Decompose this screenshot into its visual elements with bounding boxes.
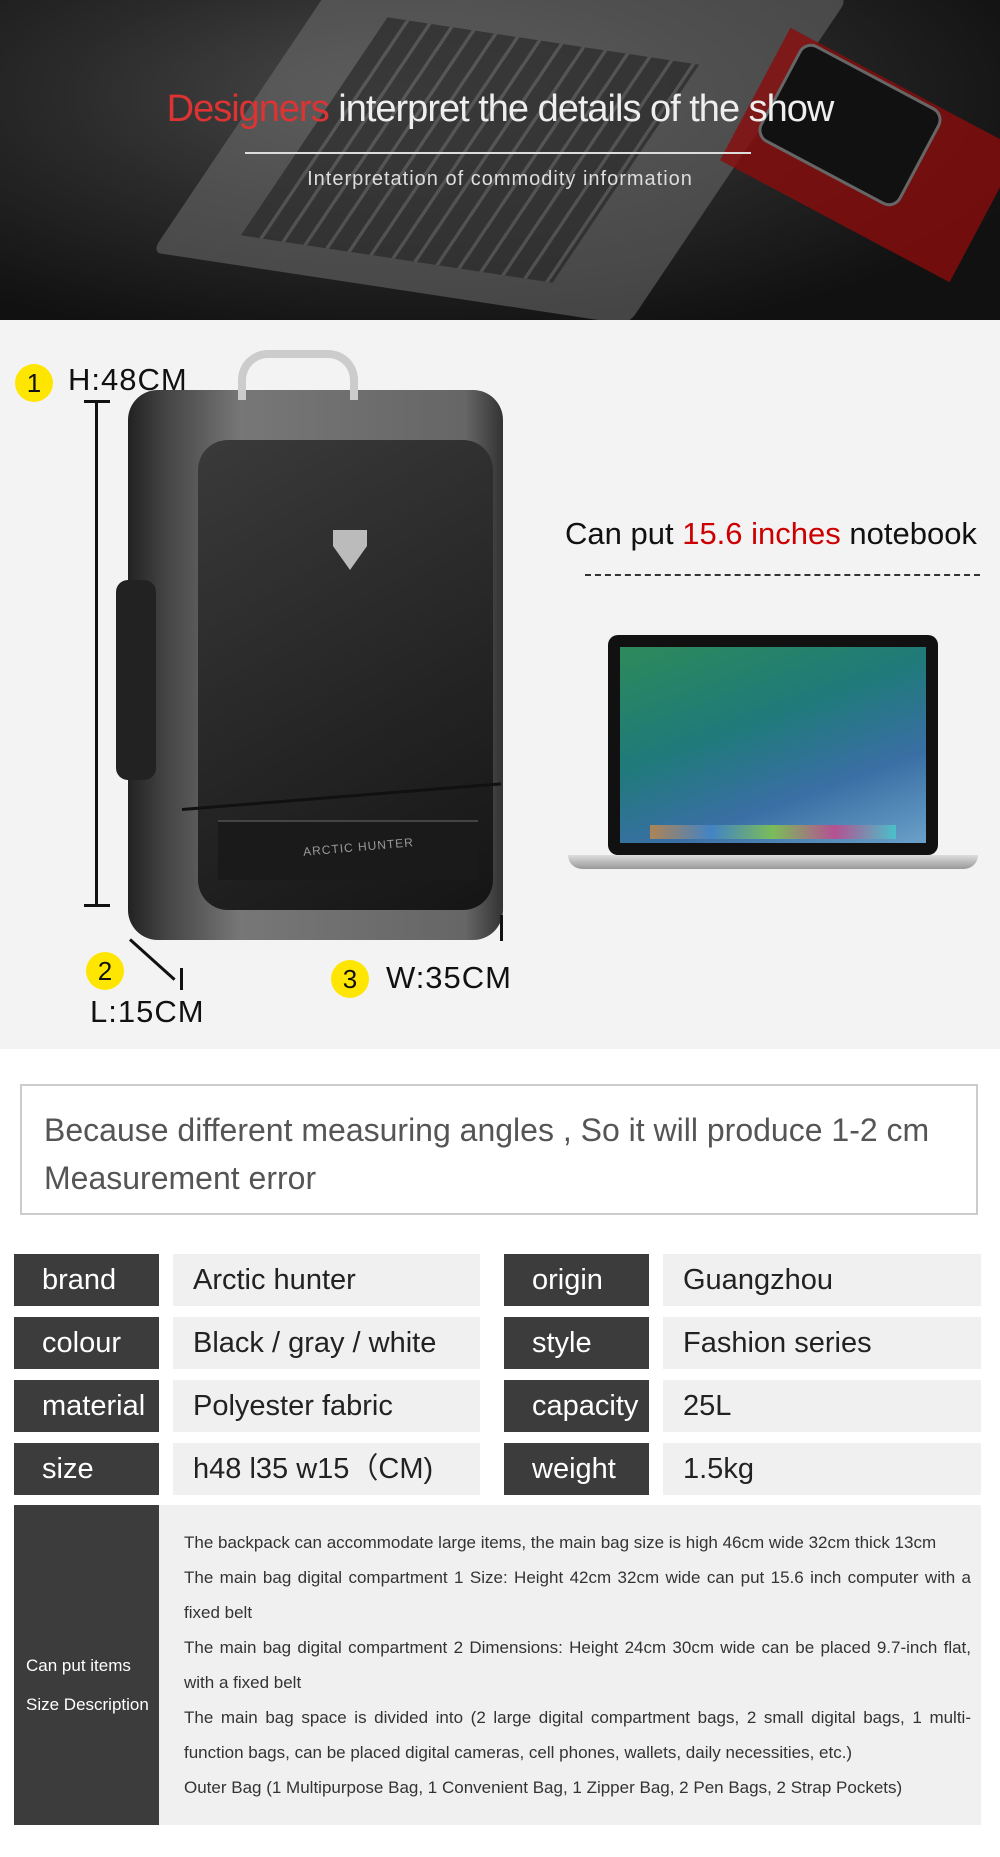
spec-row: origin Guangzhou xyxy=(504,1254,981,1306)
hero-title: Designers interpret the details of the s… xyxy=(0,88,1000,131)
badge-1: 1 xyxy=(15,364,53,402)
description-line: The main bag digital compartment 2 Dimen… xyxy=(184,1638,971,1692)
spec-key: weight xyxy=(504,1443,649,1495)
length-label: L:15CM xyxy=(90,994,205,1029)
spec-row: material Polyester fabric xyxy=(14,1380,480,1432)
spec-value: Fashion series xyxy=(663,1317,981,1369)
spec-row: colour Black / gray / white xyxy=(14,1317,480,1369)
spec-value: Black / gray / white xyxy=(173,1317,480,1369)
hero-title-red: Designers xyxy=(166,88,330,130)
spec-row: size h48 l35 w15（CM) xyxy=(14,1443,480,1495)
spec-row: brand Arctic hunter xyxy=(14,1254,480,1306)
spec-key: size xyxy=(14,1443,159,1495)
label-line: Size Description xyxy=(26,1695,149,1714)
label-line: Can put items xyxy=(26,1656,131,1675)
description-line: Outer Bag (1 Multipurpose Bag, 1 Conveni… xyxy=(184,1778,903,1797)
capacity-caption: Can put 15.6 inches notebook xyxy=(565,516,977,552)
description-label: Can put items Size Description xyxy=(14,1505,159,1825)
spec-value: h48 l35 w15（CM) xyxy=(173,1443,480,1495)
spec-key: material xyxy=(14,1380,159,1432)
backpack-image: ARCTIC HUNTER xyxy=(116,350,508,945)
size-description: Can put items Size Description The backpa… xyxy=(14,1505,981,1825)
spec-key: origin xyxy=(504,1254,649,1306)
spec-value: 25L xyxy=(663,1380,981,1432)
description-text: The backpack can accommodate large items… xyxy=(159,1505,981,1825)
description-line: The backpack can accommodate large items… xyxy=(184,1533,937,1552)
tick xyxy=(180,968,183,990)
product-dimensions: 1 H:48CM ARCTIC HUNTER 2 L:15CM 3 W:35CM… xyxy=(0,320,1000,1049)
spec-value: Polyester fabric xyxy=(173,1380,480,1432)
height-line xyxy=(95,400,98,906)
spec-key: style xyxy=(504,1317,649,1369)
spec-value: Arctic hunter xyxy=(173,1254,480,1306)
spec-key: capacity xyxy=(504,1380,649,1432)
spec-row: capacity 25L xyxy=(504,1380,981,1432)
dashed-divider xyxy=(585,574,980,576)
caption-text: notebook xyxy=(840,516,977,551)
tick xyxy=(500,915,503,941)
badge-3: 3 xyxy=(331,960,369,998)
divider xyxy=(245,152,751,154)
width-label: W:35CM xyxy=(386,960,513,995)
hero-banner: Designers interpret the details of the s… xyxy=(0,0,1000,320)
description-line: The main bag space is divided into (2 la… xyxy=(184,1708,971,1762)
hero-subtitle: Interpretation of commodity information xyxy=(307,168,693,190)
laptop-image xyxy=(568,635,978,915)
spec-key: brand xyxy=(14,1254,159,1306)
caption-highlight: 15.6 inches xyxy=(682,516,841,551)
caption-text: Can put xyxy=(565,516,683,551)
hero-title-rest: interpret the details of the show xyxy=(328,88,834,130)
spec-row: weight 1.5kg xyxy=(504,1443,981,1495)
spec-row: style Fashion series xyxy=(504,1317,981,1369)
measurement-note: Because different measuring angles , So … xyxy=(20,1084,978,1215)
description-line: The main bag digital compartment 1 Size:… xyxy=(184,1568,971,1622)
badge-2: 2 xyxy=(86,952,124,990)
spec-value: Guangzhou xyxy=(663,1254,981,1306)
spec-key: colour xyxy=(14,1317,159,1369)
tick xyxy=(84,904,110,907)
spec-value: 1.5kg xyxy=(663,1443,981,1495)
